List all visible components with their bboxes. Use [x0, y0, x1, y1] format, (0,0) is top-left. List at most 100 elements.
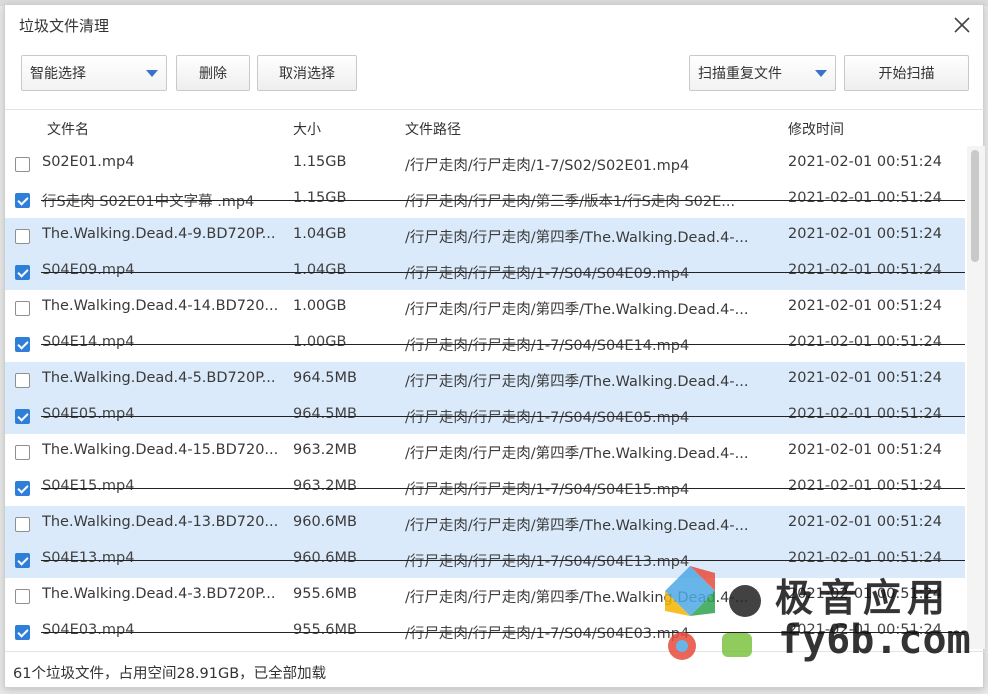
table-row[interactable]: S04E09.mp4 1.04GB/行尸走肉/行尸走肉/1-7/S04/S04E0… — [5, 254, 965, 290]
modified-time-cell: 2021-02-01 00:51:24 — [788, 262, 942, 278]
row-checkbox[interactable] — [15, 517, 30, 532]
table-row[interactable]: S04E13.mp4 960.6MB/行尸走肉/行尸走肉/1-7/S04/S04E… — [5, 542, 965, 578]
file-name-cell: S02E01.mp4 — [42, 154, 135, 170]
modified-time-cell: 2021-02-01 00:51:24 — [788, 478, 942, 494]
junk-file-cleanup-dialog: 垃圾文件清理 智能选择 删除 取消选择 扫描重复文件 开始扫描 文件名 大小 文… — [4, 4, 985, 688]
scrollbar-thumb[interactable] — [971, 150, 979, 262]
row-checkbox[interactable] — [15, 229, 30, 244]
column-header-path[interactable]: 文件路径 — [405, 119, 461, 139]
table-row[interactable]: 行S走肉 S02E01中文字幕 .mp4 1.15GB/行尸走肉/行尸走肉/第三季… — [5, 182, 965, 218]
file-path-cell: /行尸走肉/行尸走肉/1-7/S02/S02E01.mp4 — [405, 158, 690, 174]
file-size-cell: 1.00GB — [293, 334, 347, 350]
smart-select-label: 智能选择 — [30, 66, 86, 82]
file-size-cell: 955.6MB — [293, 622, 357, 638]
modified-time-cell: 2021-02-01 00:51:24 — [788, 298, 942, 314]
table-body: S02E01.mp4 1.15GB/行尸走肉/行尸走肉/1-7/S02/S02E0… — [5, 146, 965, 649]
row-checkbox[interactable] — [15, 373, 30, 388]
row-checkbox[interactable] — [15, 301, 30, 316]
file-name-cell: S04E14.mp4 — [42, 334, 135, 350]
strikethrough-line — [41, 560, 965, 561]
toolbar: 智能选择 删除 取消选择 扫描重复文件 开始扫描 — [5, 53, 983, 95]
file-name-cell: The.Walking.Dead.4-3.BD720P... — [42, 586, 276, 602]
column-header-name[interactable]: 文件名 — [47, 119, 89, 139]
modified-time-cell: 2021-02-01 00:51:24 — [788, 334, 942, 350]
modified-time-cell: 2021-02-01 00:51:24 — [788, 154, 942, 170]
modified-time-cell: 2021-02-01 00:51:24 — [788, 622, 942, 638]
modified-time-cell: 2021-02-01 00:51:24 — [788, 514, 942, 530]
row-checkbox[interactable] — [15, 265, 30, 280]
row-checkbox[interactable] — [15, 409, 30, 424]
modified-time-cell: 2021-02-01 00:51:24 — [788, 550, 942, 566]
row-checkbox[interactable] — [15, 193, 30, 208]
strikethrough-line — [41, 344, 965, 345]
file-path-cell: /行尸走肉/行尸走肉/第四季/The.Walking.Dead.4-... — [405, 590, 749, 606]
file-size-cell: 963.2MB — [293, 478, 357, 494]
file-name-cell: S04E03.mp4 — [42, 622, 135, 638]
file-name-cell: The.Walking.Dead.4-9.BD720P... — [42, 226, 276, 242]
status-text: 61个垃圾文件，占用空间28.91GB，已全部加载 — [13, 666, 327, 682]
table-row[interactable]: S04E03.mp4 955.6MB/行尸走肉/行尸走肉/1-7/S04/S04E… — [5, 614, 965, 649]
file-path-cell: /行尸走肉/行尸走肉/第四季/The.Walking.Dead.4-... — [405, 374, 749, 390]
table-header: 文件名 大小 文件路径 修改时间 — [5, 110, 985, 146]
modified-time-cell: 2021-02-01 00:51:24 — [788, 226, 942, 242]
file-name-cell: S04E05.mp4 — [42, 406, 135, 422]
file-name-cell: The.Walking.Dead.4-13.BD720... — [42, 514, 279, 530]
file-size-cell: 1.15GB — [293, 190, 347, 206]
strikethrough-line — [41, 272, 965, 273]
file-name-cell: S04E09.mp4 — [42, 262, 135, 278]
title-bar: 垃圾文件清理 — [5, 5, 983, 45]
file-size-cell: 960.6MB — [293, 550, 357, 566]
row-checkbox[interactable] — [15, 157, 30, 172]
column-header-size[interactable]: 大小 — [293, 119, 321, 139]
delete-button[interactable]: 删除 — [176, 55, 250, 91]
dialog-title: 垃圾文件清理 — [19, 17, 110, 35]
smart-select-dropdown[interactable]: 智能选择 — [21, 55, 167, 91]
vertical-scrollbar[interactable] — [967, 146, 985, 649]
table-row[interactable]: S04E14.mp4 1.00GB/行尸走肉/行尸走肉/1-7/S04/S04E1… — [5, 326, 965, 362]
file-name-cell: The.Walking.Dead.4-5.BD720P... — [42, 370, 276, 386]
row-checkbox[interactable] — [15, 589, 30, 604]
close-button[interactable] — [947, 10, 977, 40]
file-size-cell: 964.5MB — [293, 370, 357, 386]
row-checkbox[interactable] — [15, 481, 30, 496]
file-name-cell: S04E15.mp4 — [42, 478, 135, 494]
file-name-cell: The.Walking.Dead.4-14.BD720... — [42, 298, 279, 314]
table-row[interactable]: S02E01.mp4 1.15GB/行尸走肉/行尸走肉/1-7/S02/S02E0… — [5, 146, 965, 182]
row-checkbox[interactable] — [15, 445, 30, 460]
file-size-cell: 963.2MB — [293, 442, 357, 458]
table-row[interactable]: The.Walking.Dead.4-13.BD720... 960.6MB/行尸… — [5, 506, 965, 542]
column-header-modified[interactable]: 修改时间 — [788, 119, 844, 139]
file-size-cell: 1.04GB — [293, 226, 347, 242]
row-checkbox[interactable] — [15, 625, 30, 640]
file-size-cell: 1.00GB — [293, 298, 347, 314]
file-path-cell: /行尸走肉/行尸走肉/第四季/The.Walking.Dead.4-... — [405, 302, 749, 318]
table-row[interactable]: The.Walking.Dead.4-14.BD720... 1.00GB/行尸走… — [5, 290, 965, 326]
table-row[interactable]: The.Walking.Dead.4-5.BD720P... 964.5MB/行尸… — [5, 362, 965, 398]
scan-mode-label: 扫描重复文件 — [698, 66, 782, 82]
file-size-cell: 955.6MB — [293, 586, 357, 602]
modified-time-cell: 2021-02-01 00:51:24 — [788, 442, 942, 458]
row-checkbox[interactable] — [15, 553, 30, 568]
strikethrough-line — [41, 488, 965, 489]
table-row[interactable]: The.Walking.Dead.4-9.BD720P... 1.04GB/行尸走… — [5, 218, 965, 254]
start-scan-button[interactable]: 开始扫描 — [844, 55, 969, 91]
table-row[interactable]: S04E15.mp4 963.2MB/行尸走肉/行尸走肉/1-7/S04/S04E… — [5, 470, 965, 506]
modified-time-cell: 2021-02-01 00:51:24 — [788, 190, 942, 206]
file-size-cell: 964.5MB — [293, 406, 357, 422]
close-icon — [954, 17, 970, 33]
table-row[interactable]: S04E05.mp4 964.5MB/行尸走肉/行尸走肉/1-7/S04/S04E… — [5, 398, 965, 434]
file-path-cell: /行尸走肉/行尸走肉/第四季/The.Walking.Dead.4-... — [405, 446, 749, 462]
file-name-cell: S04E13.mp4 — [42, 550, 135, 566]
row-checkbox[interactable] — [15, 337, 30, 352]
file-path-cell: /行尸走肉/行尸走肉/第四季/The.Walking.Dead.4-... — [405, 518, 749, 534]
file-size-cell: 1.04GB — [293, 262, 347, 278]
file-path-cell: /行尸走肉/行尸走肉/第四季/The.Walking.Dead.4-... — [405, 230, 749, 246]
table-row[interactable]: The.Walking.Dead.4-15.BD720... 963.2MB/行尸… — [5, 434, 965, 470]
scan-mode-dropdown[interactable]: 扫描重复文件 — [689, 55, 836, 91]
chevron-down-icon — [815, 70, 827, 77]
file-size-cell: 960.6MB — [293, 514, 357, 530]
file-name-cell: The.Walking.Dead.4-15.BD720... — [42, 442, 279, 458]
table-row[interactable]: The.Walking.Dead.4-3.BD720P... 955.6MB/行尸… — [5, 578, 965, 614]
modified-time-cell: 2021-02-01 00:51:24 — [788, 406, 942, 422]
deselect-button[interactable]: 取消选择 — [257, 55, 357, 91]
